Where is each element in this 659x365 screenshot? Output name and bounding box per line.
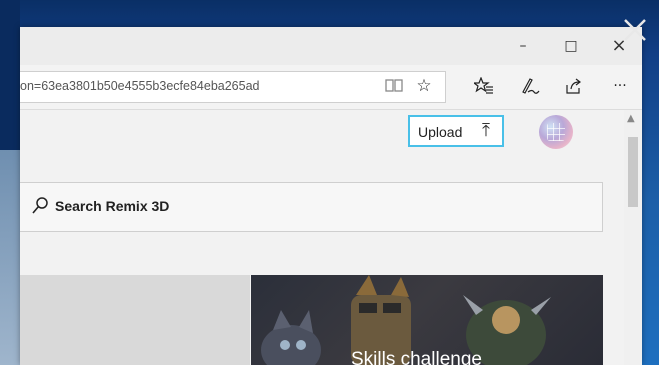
screen: – □ × on=63ea3801b50e4555b3ecfe84eba265a… xyxy=(0,0,659,365)
desktop-left-strip xyxy=(0,150,22,365)
upload-button[interactable]: Upload ⤒ xyxy=(408,115,504,147)
vertical-scrollbar[interactable]: ▲ xyxy=(624,110,642,365)
avatar[interactable] xyxy=(539,115,573,149)
tile-caption: Skills challenge xyxy=(351,349,482,365)
share-icon[interactable] xyxy=(560,72,588,100)
upload-arrow-icon: ⤒ xyxy=(482,120,490,141)
url-text: on=63ea3801b50e4555b3ecfe84eba265ad xyxy=(20,79,260,93)
skills-challenge-tile[interactable]: Skills challenge xyxy=(251,275,603,365)
scroll-up-arrow-icon[interactable]: ▲ xyxy=(627,113,635,124)
star-icon[interactable]: ☆ xyxy=(410,72,438,100)
title-bar: – □ × xyxy=(20,27,642,65)
search-input[interactable]: Search Remix 3D xyxy=(20,182,603,232)
desktop-dark-panel xyxy=(0,0,20,155)
more-button[interactable]: ··· xyxy=(606,72,634,100)
minimize-button[interactable]: – xyxy=(508,35,538,57)
close-overlay-icon[interactable] xyxy=(620,15,650,45)
favorites-list-icon[interactable] xyxy=(470,72,498,100)
upload-label: Upload xyxy=(418,124,463,140)
book-icon[interactable] xyxy=(380,72,408,100)
avatar-pattern-icon xyxy=(547,123,565,141)
browser-window: – □ × on=63ea3801b50e4555b3ecfe84eba265a… xyxy=(20,27,642,365)
maximize-button[interactable]: □ xyxy=(556,35,586,57)
address-bar-row: on=63ea3801b50e4555b3ecfe84eba265ad ☆ ··… xyxy=(20,65,642,110)
search-placeholder: Search Remix 3D xyxy=(55,198,170,214)
address-bar[interactable]: on=63ea3801b50e4555b3ecfe84eba265ad ☆ xyxy=(20,71,446,103)
featured-tile-left[interactable] xyxy=(20,275,250,365)
scroll-thumb[interactable] xyxy=(628,137,638,207)
pen-icon[interactable] xyxy=(516,72,544,100)
page-content: Upload ⤒ Search Remix 3D Skills challeng… xyxy=(20,110,624,365)
search-icon xyxy=(32,197,48,215)
